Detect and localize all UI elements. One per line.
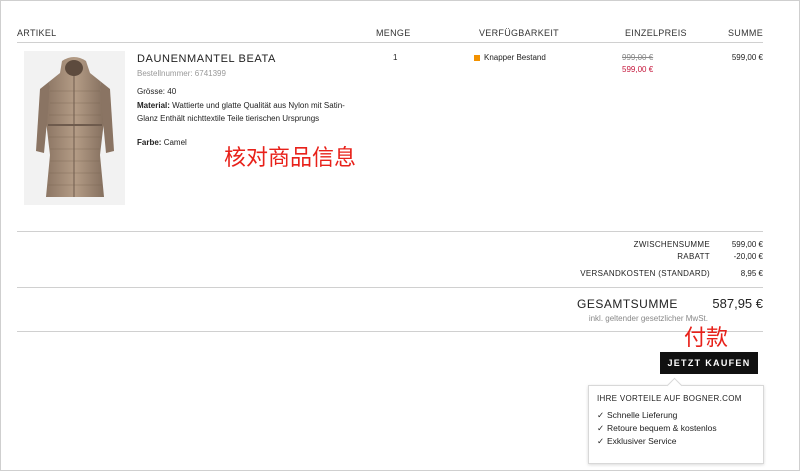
price-sale: 599,00 €: [622, 65, 654, 74]
summary-divider-bottom: [17, 331, 763, 332]
annotation-verify-info: 核对商品信息: [224, 145, 357, 170]
product-size: Grösse: 40: [137, 87, 176, 96]
product-color: Farbe: Camel: [137, 138, 187, 147]
product-image[interactable]: [24, 51, 125, 205]
grand-total-value: 587,95 €: [712, 296, 763, 311]
color-label: Farbe:: [137, 138, 162, 147]
summary-divider-mid: [17, 287, 763, 288]
quantity-value: 1: [393, 53, 398, 62]
benefit-item: ✓ Schnelle Lieferung: [597, 410, 678, 420]
header-total: SUMME: [728, 28, 763, 38]
benefit-item: ✓ Exklusiver Service: [597, 436, 677, 446]
annotation-pay: 付款: [684, 325, 729, 350]
availability-indicator-icon: [474, 55, 480, 61]
buy-now-button[interactable]: JETZT KAUFEN: [660, 352, 758, 374]
benefit-item: ✓ Retoure bequem & kostenlos: [597, 423, 717, 433]
subtotal-value: 599,00 €: [731, 240, 763, 249]
coat-image-icon: [36, 57, 114, 197]
header-availability: VERFÜGBARKEIT: [479, 28, 559, 38]
size-label: Grösse:: [137, 87, 166, 96]
header-qty: MENGE: [376, 28, 411, 38]
header-article: ARTIKEL: [17, 28, 57, 38]
subtotal-label: ZWISCHENSUMME: [633, 240, 710, 249]
product-name[interactable]: DAUNENMANTEL BEATA: [137, 53, 276, 65]
size-value: 40: [167, 87, 177, 96]
shipping-label: VERSANDKOSTEN (STANDARD): [580, 269, 710, 278]
header-divider: [17, 42, 763, 43]
benefits-box: IHRE VORTEILE AUF BOGNER.COM ✓ Schnelle L…: [588, 377, 764, 464]
discount-value: -20,00 €: [733, 252, 763, 261]
summary-divider-top: [17, 231, 763, 232]
shipping-value: 8,95 €: [740, 269, 763, 278]
checkmark-icon: ✓: [597, 436, 605, 446]
availability-status: Knapper Bestand: [484, 53, 546, 62]
price-original: 999,00 €: [622, 53, 654, 62]
checkmark-icon: ✓: [597, 423, 605, 433]
discount-label: RABATT: [677, 252, 710, 261]
checkmark-icon: ✓: [597, 410, 605, 420]
benefits-title: IHRE VORTEILE AUF BOGNER.COM: [597, 394, 742, 403]
order-number: Bestellnummer: 6741399: [137, 69, 226, 78]
header-unit-price: EINZELPREIS: [625, 28, 687, 38]
color-value: Camel: [163, 138, 187, 147]
product-material: Material: Wattierte und glatte Qualität …: [137, 99, 362, 125]
line-total: 599,00 €: [731, 53, 763, 62]
grand-total-label: GESAMTSUMME: [577, 297, 678, 311]
material-label: Material:: [137, 101, 170, 110]
